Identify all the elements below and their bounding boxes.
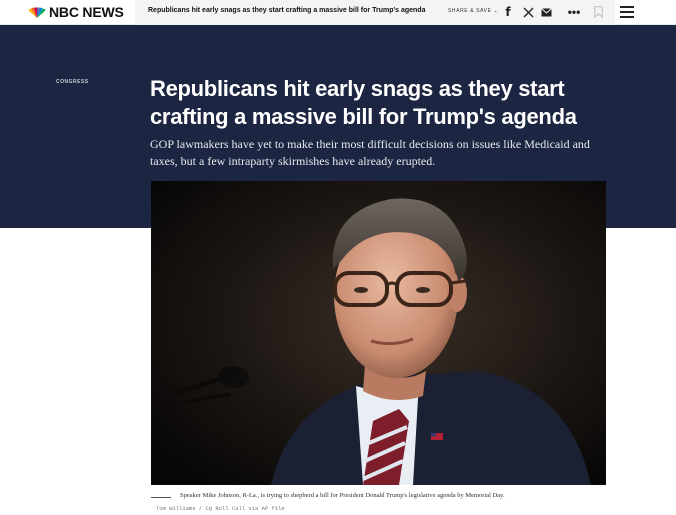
share-and-save-label: SHARE & SAVE [448, 8, 492, 14]
chevron-down-icon: ⌄ [493, 8, 499, 14]
speaker-portrait-image [151, 181, 606, 485]
facebook-icon[interactable]: f [503, 4, 513, 20]
nbc-news-logo[interactable]: NBC NEWS [28, 3, 124, 21]
more-options-icon[interactable]: ••• [567, 5, 581, 19]
sticky-headline-title: Republicans hit early snags as they star… [148, 7, 426, 14]
photo-caption: Speaker Mike Johnson, R-La., is trying t… [180, 492, 505, 499]
brand-name: NBC NEWS [49, 4, 124, 20]
sticky-headline-strip: Republicans hit early snags as they star… [135, 0, 615, 25]
top-navigation-bar: NBC NEWS Republicans hit early snags as … [0, 0, 676, 25]
mail-icon[interactable] [541, 7, 552, 17]
hamburger-menu-icon[interactable] [620, 5, 634, 19]
caption-rule [151, 497, 171, 498]
photo-credit: Tom Williams / CQ Roll Call via AP file [156, 505, 285, 512]
share-and-save-button[interactable]: SHARE & SAVE ⌄ [448, 8, 498, 14]
peacock-logo-icon [28, 6, 46, 18]
article-dek: GOP lawmakers have yet to make their mos… [150, 137, 590, 168]
category-label[interactable]: CONGRESS [56, 79, 89, 85]
x-icon[interactable] [521, 4, 535, 20]
bookmark-icon[interactable] [593, 5, 603, 19]
lead-photo [151, 181, 606, 485]
article-title: Republicans hit early snags as they star… [150, 76, 577, 129]
